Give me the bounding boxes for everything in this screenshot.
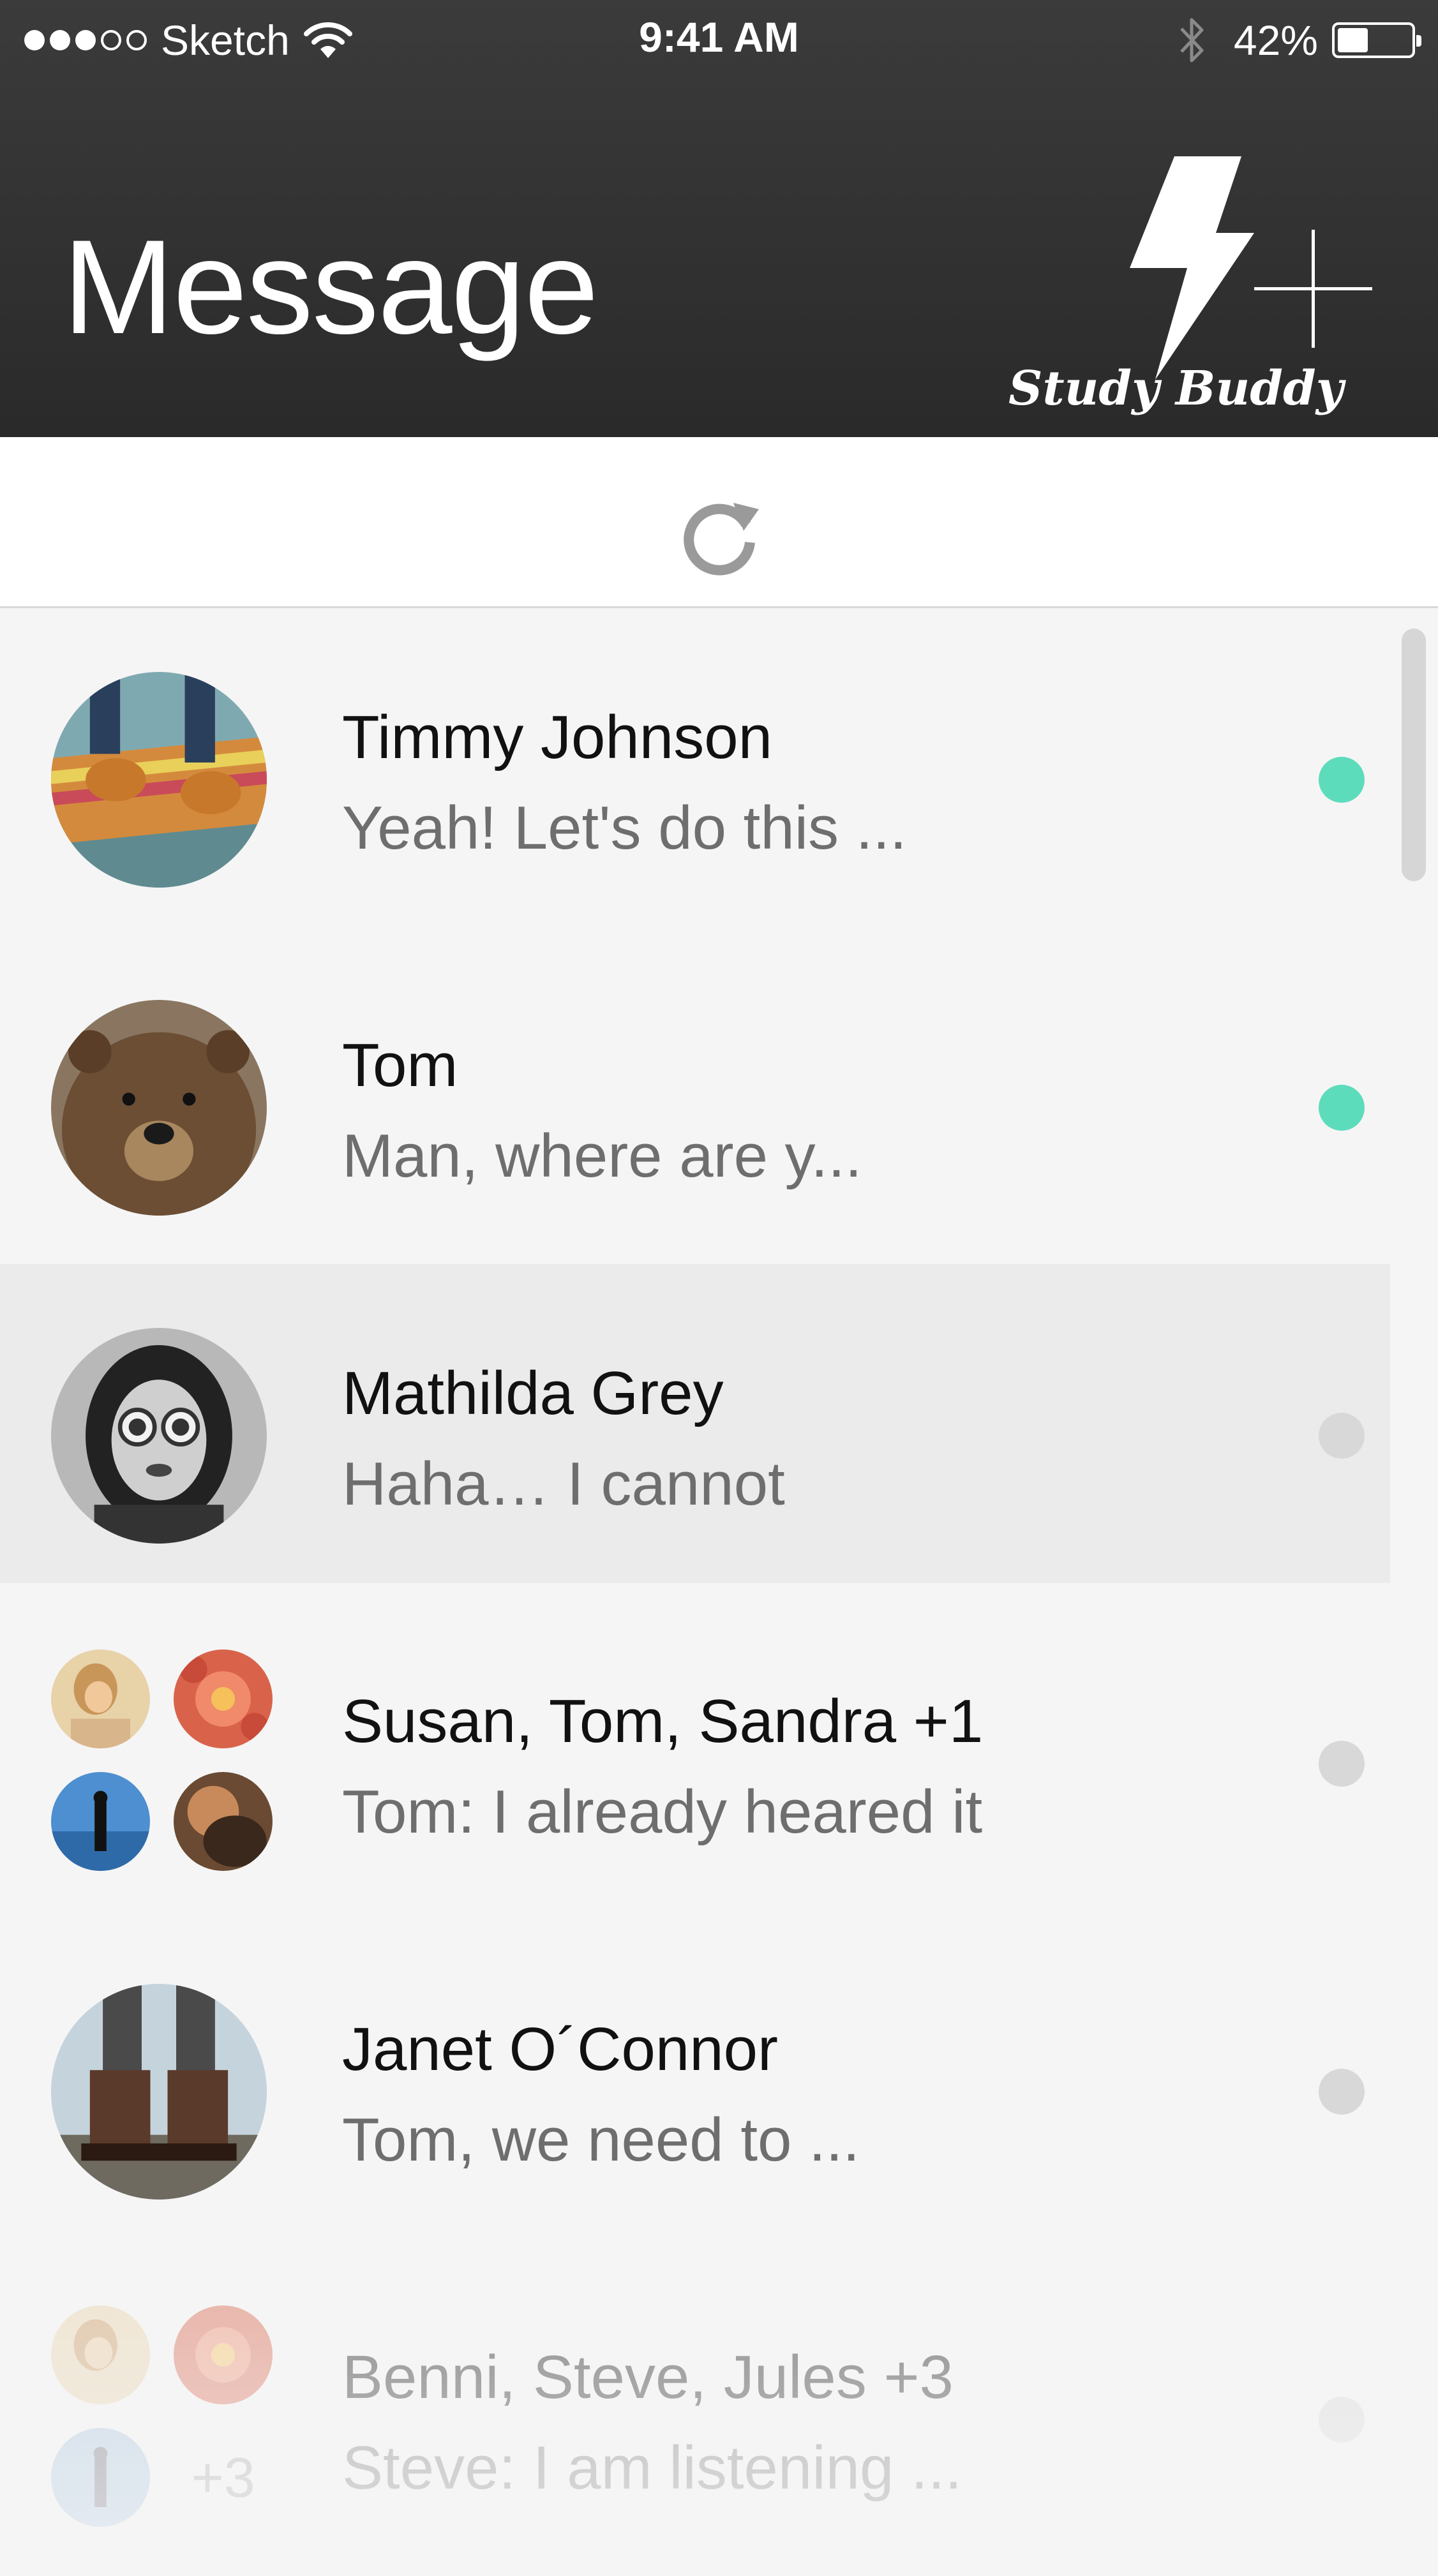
group-avatar: +3 (51, 2305, 274, 2529)
message-preview: Haha… I cannot (342, 1450, 785, 1518)
avatar (51, 2305, 150, 2404)
online-status-dot (1319, 757, 1365, 803)
conversation-row[interactable]: Tom Man, where are y... (0, 936, 1390, 1264)
avatar (51, 1000, 267, 1216)
conversation-row[interactable]: Timmy Johnson Yeah! Let's do this ... (0, 608, 1390, 936)
refresh-icon[interactable] (675, 491, 764, 581)
battery-percent: 42% (1233, 17, 1318, 64)
avatar (51, 672, 267, 888)
bluetooth-icon (1180, 18, 1204, 63)
contact-name: Janet O´Connor (342, 2015, 779, 2083)
pull-to-refresh-area (0, 437, 1438, 608)
avatar (174, 2305, 273, 2404)
online-status-dot (1319, 1413, 1365, 1459)
conversation-row[interactable]: Janet O´Connor Tom, we need to ... (0, 1920, 1390, 2248)
status-bar: Sketch 9:41 AM 42% (0, 0, 1438, 77)
status-bar-right: 42% (1176, 11, 1421, 69)
message-preview: Tom, we need to ... (342, 2106, 860, 2174)
conversation-row[interactable]: Susan, Tom, Sandra +1 Tom: I already hea… (0, 1592, 1390, 1920)
online-status-dot (1319, 1085, 1365, 1131)
contact-name: Timmy Johnson (342, 703, 772, 771)
message-preview: Man, where are y... (342, 1122, 862, 1190)
scrollbar[interactable] (1402, 629, 1426, 881)
avatar (51, 1772, 150, 1871)
extra-members-count: +3 (191, 2446, 255, 2509)
conversation-list: Timmy Johnson Yeah! Let's do this ... To… (0, 608, 1390, 2576)
avatar (51, 1984, 267, 2200)
conversation-row[interactable]: +3 Benni, Steve, Jules +3 Steve: I am li… (0, 2248, 1390, 2576)
lightning-bolt-icon (1130, 156, 1254, 380)
battery-icon (1332, 22, 1421, 58)
message-preview: Steve: I am listening ... (342, 2434, 962, 2502)
brand-logo-text: Study Buddy (1008, 361, 1344, 416)
header-bar: Sketch 9:41 AM 42% Message Study Buddy (0, 0, 1438, 437)
contact-name: Mathilda Grey (342, 1359, 724, 1427)
avatar (51, 1649, 150, 1748)
message-preview: Tom: I already heared it (342, 1778, 983, 1846)
online-status-dot (1319, 2069, 1365, 2115)
message-preview: Yeah! Let's do this ... (342, 794, 907, 862)
contact-name: Tom (342, 1031, 458, 1099)
conversation-row[interactable]: Mathilda Grey Haha… I cannot (0, 1264, 1390, 1583)
page-title: Message (63, 212, 599, 362)
group-avatar (51, 1649, 274, 1873)
battery-level (1338, 28, 1368, 52)
contact-name: Benni, Steve, Jules +3 (342, 2343, 954, 2411)
avatar (51, 2428, 150, 2527)
avatar (51, 1328, 267, 1544)
avatar (174, 1772, 273, 1871)
contact-name: Susan, Tom, Sandra +1 (342, 1687, 984, 1755)
online-status-dot (1319, 1741, 1365, 1787)
avatar (174, 1649, 273, 1748)
add-message-button[interactable] (1254, 230, 1372, 348)
online-status-dot (1319, 2397, 1365, 2443)
battery-cap (1416, 35, 1421, 47)
